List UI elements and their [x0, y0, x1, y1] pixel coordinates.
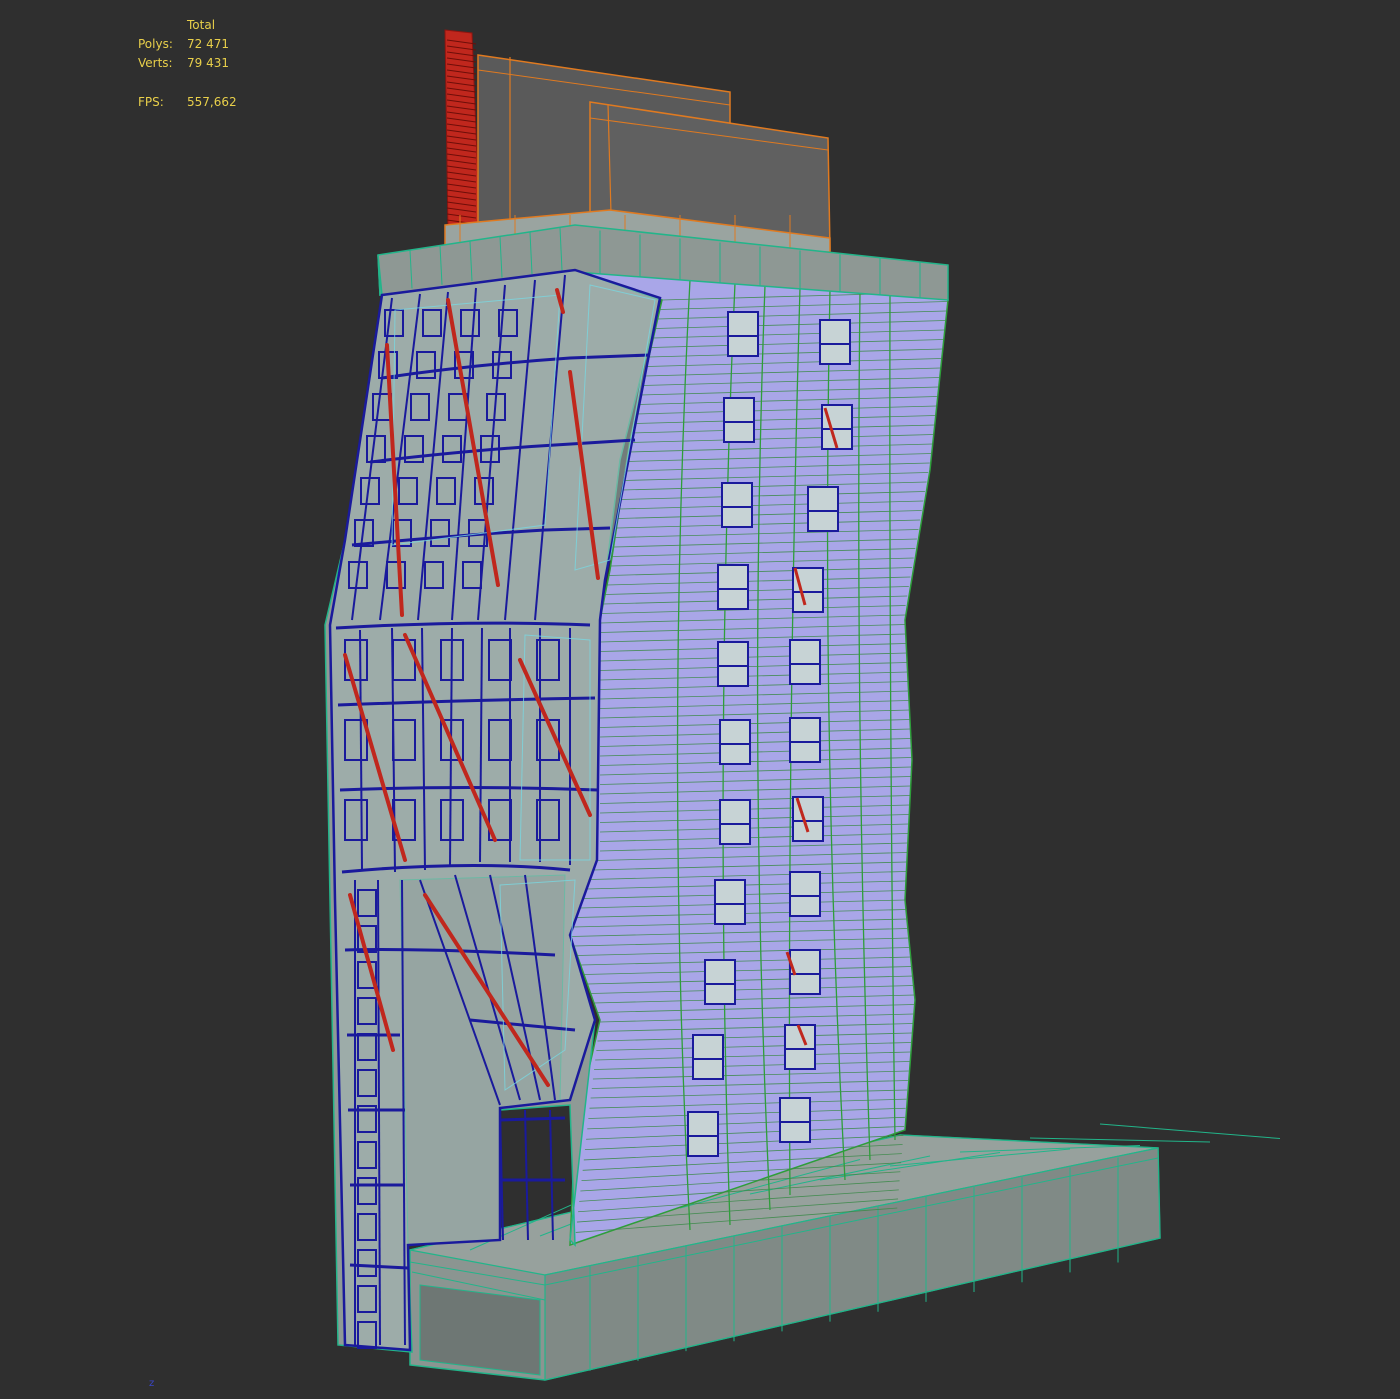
- facade-window: [807, 486, 839, 532]
- facade-window: [721, 482, 753, 528]
- facade-window: [719, 719, 751, 765]
- podium-roof-line: [1099, 1123, 1281, 1139]
- building-model-wireframe[interactable]: [0, 0, 1400, 1399]
- facade-window: [723, 397, 755, 443]
- podium-roof-line: [1029, 1137, 1211, 1143]
- facade-window: [692, 1034, 724, 1080]
- facade-window: [789, 871, 821, 917]
- facade-window: [687, 1111, 719, 1157]
- facade-window: [717, 564, 749, 610]
- facade-window: [704, 959, 736, 1005]
- facade-window: [719, 799, 751, 845]
- facade-window: [789, 639, 821, 685]
- facade-window: [819, 319, 851, 365]
- facade-window: [727, 311, 759, 357]
- axis-gizmo-z: z: [149, 1378, 155, 1389]
- rooftop-structures: [444, 29, 831, 253]
- curtain-wall-mullion: [524, 1109, 529, 1241]
- facade-window: [717, 641, 749, 687]
- facade-window: [779, 1097, 811, 1143]
- podium-base: [409, 1123, 1281, 1381]
- facade-window: [789, 717, 821, 763]
- 3d-viewport[interactable]: Total Polys: 72 471 Verts: 79 431 FPS: 5…: [0, 0, 1400, 1399]
- facade-window: [714, 879, 746, 925]
